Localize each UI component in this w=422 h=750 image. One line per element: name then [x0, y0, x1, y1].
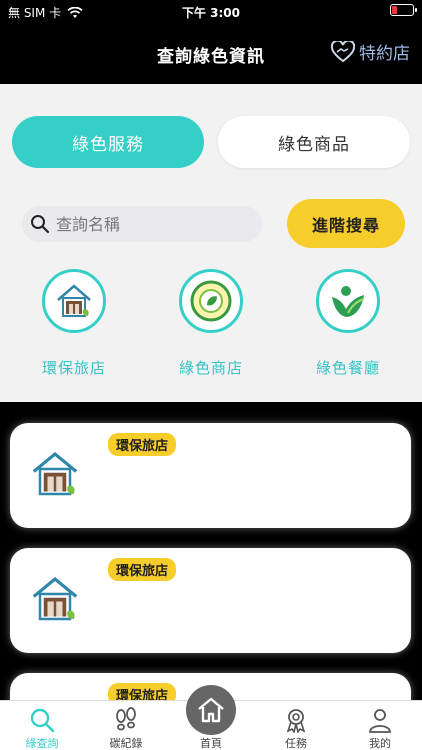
- filter-panel: 綠色服務 綠色商品 進階搜尋 環保旅店: [0, 84, 422, 402]
- nav-header: 查詢綠色資訊 特約店: [0, 22, 422, 84]
- eco-hotel-icon: [32, 576, 78, 621]
- bottom-tab-bar: 綠查詢 碳紀錄 首頁 任務 我的: [0, 685, 422, 750]
- list-item[interactable]: 環保旅店: [10, 423, 411, 528]
- home-icon: [198, 697, 224, 723]
- search-icon: [31, 215, 50, 234]
- tab-tasks[interactable]: 任務: [254, 701, 338, 750]
- advanced-search-button[interactable]: 進階搜尋: [287, 199, 405, 248]
- search-icon: [30, 708, 55, 733]
- eco-hotel-icon: [32, 451, 78, 496]
- tab-green-search[interactable]: 綠查詢: [0, 701, 84, 750]
- status-time: 下午 3:00: [181, 6, 241, 20]
- category-badge: 環保旅店: [108, 433, 177, 456]
- green-restaurant-icon: [316, 269, 380, 333]
- category-green-restaurant[interactable]: 綠色餐廳: [298, 269, 398, 378]
- category-badge: 環保旅店: [108, 683, 177, 700]
- result-list[interactable]: 環保旅店 環保旅店 環保旅店: [0, 402, 422, 700]
- handshake-heart-icon: [331, 40, 355, 62]
- tab-green-products[interactable]: 綠色商品: [218, 116, 410, 168]
- tab-label: 首頁: [200, 737, 222, 750]
- tab-profile[interactable]: 我的: [338, 701, 422, 750]
- eco-hotel-icon: [42, 269, 106, 333]
- tab-home[interactable]: [186, 685, 236, 735]
- category-label: 綠色商店: [178, 359, 243, 377]
- green-store-icon: [179, 269, 243, 333]
- battery-icon: [390, 4, 417, 16]
- footprints-icon: [116, 707, 136, 731]
- category-green-store[interactable]: 綠色商店: [161, 269, 261, 378]
- status-bar: 無 SIM 卡 下午 3:00: [0, 0, 422, 22]
- partner-store-label: 特約店: [359, 44, 410, 64]
- category-badge: 環保旅店: [108, 558, 177, 581]
- tab-carbon-record[interactable]: 碳紀錄: [84, 701, 168, 750]
- tab-label: 我的: [369, 737, 391, 750]
- category-label: 環保旅店: [41, 359, 106, 377]
- status-right: [390, 4, 417, 16]
- search-box[interactable]: [22, 206, 262, 242]
- search-input[interactable]: [56, 214, 246, 234]
- category-eco-hotel[interactable]: 環保旅店: [24, 269, 124, 378]
- tab-label: 任務: [285, 737, 307, 750]
- partner-store-button[interactable]: 特約店: [331, 39, 410, 64]
- tab-label: 綠查詢: [25, 737, 59, 750]
- tab-green-services[interactable]: 綠色服務: [12, 116, 204, 168]
- category-label: 綠色餐廳: [315, 359, 380, 377]
- tab-label: 碳紀錄: [109, 737, 143, 750]
- person-icon: [369, 709, 391, 733]
- award-icon: [286, 709, 306, 733]
- list-item[interactable]: 環保旅店: [10, 548, 411, 653]
